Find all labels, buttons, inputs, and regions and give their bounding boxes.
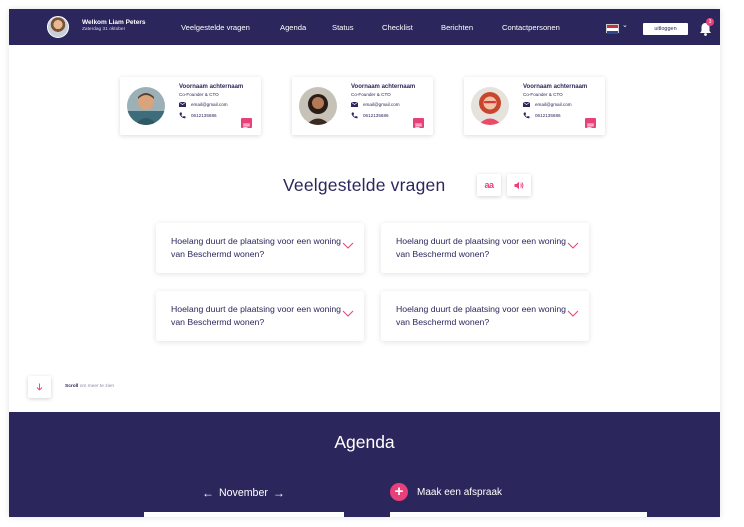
text-size-button[interactable]: aa bbox=[477, 174, 501, 196]
text-size-icon: aa bbox=[484, 180, 494, 190]
contact-name: Voornaam achternaam bbox=[351, 84, 416, 90]
nav-berichten[interactable]: Berichten bbox=[441, 23, 473, 32]
contact-role: Co-Founder & CTO bbox=[351, 92, 391, 97]
faq-question: Hoelang duurt de plaatsing voor een woni… bbox=[171, 304, 342, 327]
chevron-down-icon bbox=[567, 242, 579, 249]
agenda-section: Agenda ← November → + Maak een afspraak bbox=[9, 412, 720, 517]
mail-icon bbox=[179, 102, 186, 107]
scroll-down-button[interactable] bbox=[28, 376, 51, 398]
nav-contactpersonen[interactable]: Contactpersonen bbox=[502, 23, 560, 32]
contact-card: Voornaam achternaam Co-Founder & CTO ema… bbox=[464, 77, 605, 135]
contact-photo bbox=[471, 87, 509, 125]
chat-button[interactable] bbox=[241, 118, 252, 129]
faq-question: Hoelang duurt de plaatsing voor een woni… bbox=[396, 304, 567, 327]
nav-agenda[interactable]: Agenda bbox=[280, 23, 306, 32]
contact-phone-row[interactable]: 0612135686 bbox=[351, 112, 389, 119]
chevron-down-icon bbox=[567, 310, 579, 317]
contact-email: email@gmail.com bbox=[535, 102, 572, 107]
speaker-icon bbox=[514, 181, 524, 189]
faq-title: Veelgestelde vragen bbox=[283, 175, 446, 195]
contact-phone: 0612135686 bbox=[363, 113, 389, 118]
top-navigation-bar: Welkom Liam Peters Zaterdag 31 oktober V… bbox=[9, 9, 720, 45]
contact-card: Voornaam achternaam Co-Founder & CTO ema… bbox=[292, 77, 433, 135]
scroll-hint-rest: om meer te zien bbox=[79, 384, 115, 389]
agenda-title: Agenda bbox=[334, 432, 395, 452]
contact-role: Co-Founder & CTO bbox=[179, 92, 219, 97]
faq-item[interactable]: Hoelang duurt de plaatsing voor een woni… bbox=[381, 223, 589, 273]
chat-icon bbox=[587, 123, 594, 129]
user-avatar[interactable] bbox=[47, 16, 69, 38]
calendar-panel bbox=[144, 512, 344, 517]
contact-photo bbox=[127, 87, 165, 125]
scroll-hint: Scroll om meer te zien bbox=[65, 384, 114, 389]
nav-faq[interactable]: Veelgestelde vragen bbox=[181, 23, 250, 32]
contact-email: email@gmail.com bbox=[363, 102, 400, 107]
arrow-left-icon[interactable]: ← bbox=[202, 486, 214, 500]
contact-role: Co-Founder & CTO bbox=[523, 92, 563, 97]
make-appointment-button[interactable]: + Maak een afspraak bbox=[390, 483, 502, 501]
logout-button[interactable]: uitloggen bbox=[643, 23, 688, 35]
faq-question: Hoelang duurt de plaatsing voor een woni… bbox=[396, 236, 567, 259]
notification-badge: 3 bbox=[706, 18, 714, 26]
contact-card: Voornaam achternaam Co-Founder & CTO ema… bbox=[120, 77, 261, 135]
phone-icon bbox=[523, 112, 530, 119]
current-date: Zaterdag 31 oktober bbox=[82, 27, 126, 32]
nav-checklist[interactable]: Checklist bbox=[382, 23, 413, 32]
chat-icon bbox=[243, 123, 250, 129]
chat-button[interactable] bbox=[585, 118, 596, 129]
scroll-hint-bold: Scroll bbox=[65, 384, 79, 389]
chevron-down-icon bbox=[342, 242, 354, 249]
contact-phone: 0612135686 bbox=[535, 113, 561, 118]
phone-icon bbox=[351, 112, 358, 119]
contact-name: Voornaam achternaam bbox=[523, 84, 588, 90]
appointment-panel bbox=[390, 512, 647, 517]
contact-email-row[interactable]: email@gmail.com bbox=[523, 102, 572, 107]
mail-icon bbox=[523, 102, 530, 107]
arrow-right-icon[interactable]: → bbox=[273, 486, 285, 500]
read-aloud-button[interactable] bbox=[507, 174, 531, 196]
faq-item[interactable]: Hoelang duurt de plaatsing voor een woni… bbox=[156, 223, 364, 273]
nav-status[interactable]: Status bbox=[332, 23, 354, 32]
nl-flag-icon[interactable] bbox=[606, 24, 619, 34]
make-appointment-label: Maak een afspraak bbox=[417, 486, 503, 498]
month-navigator: ← November → bbox=[202, 486, 285, 500]
contact-phone: 0612135686 bbox=[191, 113, 217, 118]
faq-question: Hoelang duurt de plaatsing voor een woni… bbox=[171, 236, 342, 259]
faq-item[interactable]: Hoelang duurt de plaatsing voor een woni… bbox=[381, 291, 589, 341]
contact-email-row[interactable]: email@gmail.com bbox=[351, 102, 400, 107]
chevron-down-icon[interactable]: ⌄ bbox=[622, 21, 628, 29]
arrow-down-icon bbox=[36, 383, 43, 391]
contact-email-row[interactable]: email@gmail.com bbox=[179, 102, 228, 107]
welcome-text: Welkom Liam Peters bbox=[82, 19, 146, 26]
current-month: November bbox=[219, 487, 268, 499]
contact-email: email@gmail.com bbox=[191, 102, 228, 107]
chevron-down-icon bbox=[342, 310, 354, 317]
plus-icon: + bbox=[390, 483, 408, 501]
contact-photo bbox=[299, 87, 337, 125]
chat-button[interactable] bbox=[413, 118, 424, 129]
contact-name: Voornaam achternaam bbox=[179, 84, 244, 90]
app-window: Welkom Liam Peters Zaterdag 31 oktober V… bbox=[9, 9, 720, 517]
contact-phone-row[interactable]: 0612135686 bbox=[523, 112, 561, 119]
mail-icon bbox=[351, 102, 358, 107]
chat-icon bbox=[415, 123, 422, 129]
phone-icon bbox=[179, 112, 186, 119]
faq-item[interactable]: Hoelang duurt de plaatsing voor een woni… bbox=[156, 291, 364, 341]
contact-phone-row[interactable]: 0612135686 bbox=[179, 112, 217, 119]
